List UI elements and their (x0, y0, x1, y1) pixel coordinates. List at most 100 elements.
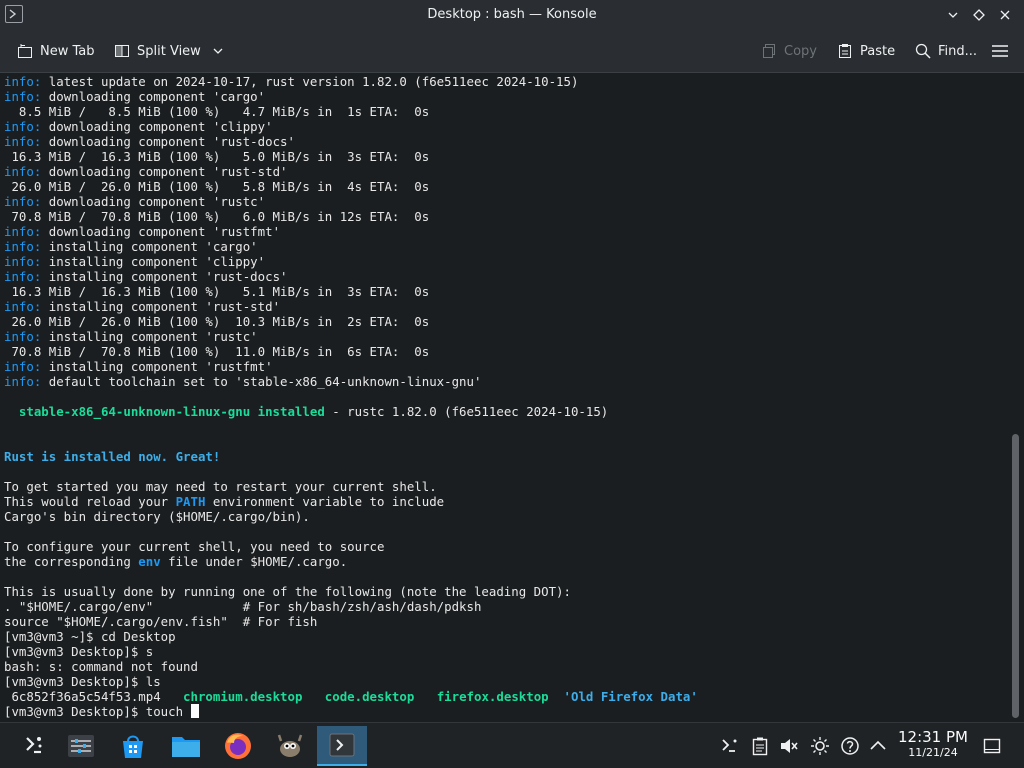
terminal-line: This would reload your PATH environment … (0, 494, 1008, 509)
terminal-line: info: installing component 'rust-std' (0, 299, 1008, 314)
terminal-text: info: (4, 164, 42, 179)
terminal-scrollbar[interactable] (1008, 74, 1024, 722)
terminal-text: env (138, 554, 161, 569)
hamburger-menu-button[interactable] (991, 37, 1015, 65)
terminal-text: downloading component 'clippy' (41, 119, 273, 134)
folder-icon (172, 737, 200, 757)
terminal-text: info: (4, 239, 42, 254)
terminal-line: info: latest update on 2024-10-17, rust … (0, 74, 1008, 89)
terminal-line: info: default toolchain set to 'stable-x… (0, 374, 1008, 389)
terminal-text: code.desktop (324, 689, 415, 704)
terminal-text: info: (4, 329, 42, 344)
terminal-text: . "$HOME/.cargo/env" # For sh/bash/zsh/a… (4, 599, 482, 614)
digital-clock[interactable]: 12:31 PM 11/21/24 (892, 728, 974, 760)
terminal-line: 16.3 MiB / 16.3 MiB (100 %) 5.0 MiB/s in… (0, 149, 1008, 164)
terminal-text: - rustc 1.82.0 (f6e511eec 2024-10-15) (324, 404, 609, 419)
terminal-text: 16.3 MiB / 16.3 MiB (100 %) 5.0 MiB/s in… (4, 149, 430, 164)
terminal-text: info: (4, 374, 42, 389)
minimize-button[interactable] (940, 2, 966, 28)
terminal-output[interactable]: info: latest update on 2024-10-17, rust … (0, 74, 1008, 722)
window-title: Desktop : bash — Konsole (427, 7, 597, 22)
terminal-text: To get started you may need to restart y… (4, 479, 437, 494)
terminal-text: info: (4, 134, 42, 149)
terminal-text: This would reload your (4, 494, 176, 509)
new-tab-icon (16, 42, 34, 60)
chevron-down-icon (209, 42, 227, 60)
close-button[interactable] (992, 2, 1018, 28)
taskbar-dolphin[interactable] (163, 726, 209, 766)
terminal-text: chromium.desktop (183, 689, 303, 704)
terminal-text: 26.0 MiB / 26.0 MiB (100 %) 10.3 MiB/s i… (4, 314, 430, 329)
split-view-button[interactable]: Split View (113, 37, 227, 65)
discover-store-icon (123, 735, 143, 758)
terminal-text: info: (4, 299, 42, 314)
taskbar-konsole[interactable] (317, 726, 367, 766)
terminal-line: info: downloading component 'rust-std' (0, 164, 1008, 179)
terminal-text: info: (4, 224, 42, 239)
taskbar: 12:31 PM 11/21/24 (0, 722, 1024, 768)
taskbar-firefox[interactable] (215, 726, 261, 766)
terminal-text: firefox.desktop (436, 689, 549, 704)
terminal-text: [vm3@vm3 ~]$ cd Desktop (4, 629, 176, 644)
application-launcher[interactable] (10, 726, 56, 766)
konsole-toolbar: New Tab Split View Copy Paste Find... (0, 30, 1024, 73)
scrollbar-thumb[interactable] (1012, 434, 1019, 718)
terminal-text: installing component 'rustc' (41, 329, 258, 344)
terminal-line: info: installing component 'rustfmt' (0, 359, 1008, 374)
terminal-line: Rust is installed now. Great! (0, 449, 1008, 464)
terminal-text: installing component 'rust-docs' (41, 269, 288, 284)
tray-help-icon[interactable] (840, 736, 860, 756)
split-view-label: Split View (137, 43, 201, 59)
tray-expand-chevron-icon[interactable] (868, 736, 888, 756)
tray-brightness-icon[interactable] (810, 736, 830, 756)
terminal-text: [vm3@vm3 Desktop]$ ls (4, 674, 161, 689)
terminal-line: info: installing component 'rustc' (0, 329, 1008, 344)
terminal-line: 8.5 MiB / 8.5 MiB (100 %) 4.7 MiB/s in 1… (0, 104, 1008, 119)
terminal-text: latest update on 2024-10-17, rust versio… (41, 74, 579, 89)
terminal-line: 26.0 MiB / 26.0 MiB (100 %) 5.8 MiB/s in… (0, 179, 1008, 194)
terminal-text: info: (4, 194, 42, 209)
terminal-line: [vm3@vm3 Desktop]$ ls (0, 674, 1008, 689)
title-bar[interactable]: Desktop : bash — Konsole (0, 0, 1024, 30)
terminal-line: [vm3@vm3 Desktop]$ s (0, 644, 1008, 659)
terminal-text: info: (4, 119, 42, 134)
terminal-line: To get started you may need to restart y… (0, 479, 1008, 494)
terminal-text: info: (4, 269, 42, 284)
settings-icon (68, 735, 94, 757)
terminal-text: 70.8 MiB / 70.8 MiB (100 %) 6.0 MiB/s in… (4, 209, 430, 224)
terminal-text: info: (4, 254, 42, 269)
tray-network-icon[interactable] (720, 736, 740, 756)
find-button[interactable]: Find... (914, 37, 977, 65)
terminal-text: downloading component 'rust-std' (41, 164, 288, 179)
tray-clipboard-icon[interactable] (750, 736, 770, 756)
taskbar-discover[interactable] (110, 726, 156, 766)
terminal-line: 70.8 MiB / 70.8 MiB (100 %) 6.0 MiB/s in… (0, 209, 1008, 224)
terminal-line: info: downloading component 'cargo' (0, 89, 1008, 104)
copy-button[interactable]: Copy (760, 37, 817, 65)
terminal-line: [vm3@vm3 Desktop]$ touch (0, 704, 1008, 719)
taskbar-gimp[interactable] (267, 726, 313, 766)
terminal-text: default toolchain set to 'stable-x86_64-… (41, 374, 482, 389)
new-tab-button[interactable]: New Tab (16, 37, 95, 65)
show-desktop-icon[interactable] (982, 736, 1002, 756)
tray-volume-muted-icon[interactable] (779, 736, 799, 756)
terminal-icon (329, 733, 355, 757)
search-icon (914, 42, 932, 60)
terminal-line: info: installing component 'clippy' (0, 254, 1008, 269)
terminal-text: [vm3@vm3 Desktop]$ touch (4, 704, 191, 719)
taskbar-system-settings[interactable] (58, 726, 104, 766)
paste-label: Paste (860, 43, 896, 59)
close-icon (1000, 10, 1010, 20)
terminal-line: 16.3 MiB / 16.3 MiB (100 %) 5.1 MiB/s in… (0, 284, 1008, 299)
maximize-button[interactable] (966, 2, 992, 28)
paste-button[interactable]: Paste (836, 37, 895, 65)
terminal-line: source "$HOME/.cargo/env.fish" # For fis… (0, 614, 1008, 629)
terminal-text: 70.8 MiB / 70.8 MiB (100 %) 11.0 MiB/s i… (4, 344, 430, 359)
gimp-icon (277, 734, 303, 757)
